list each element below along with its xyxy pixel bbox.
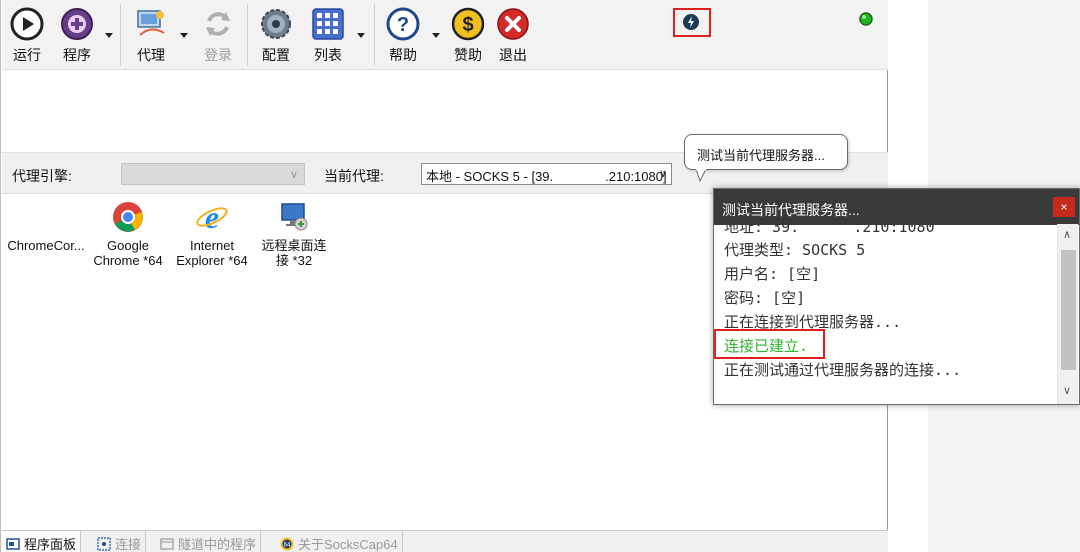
log-line: 用户名: [空] <box>724 265 821 283</box>
program-label: 程序 <box>63 47 91 63</box>
panel-icon <box>6 538 20 550</box>
dialog-scrollbar[interactable]: ∧ ∨ <box>1057 224 1078 404</box>
close-circle-icon <box>497 8 529 40</box>
program-button[interactable]: 程序 <box>58 7 96 67</box>
tab-label: 隧道中的程序 <box>178 537 257 552</box>
close-icon: × <box>1060 200 1068 214</box>
list-label: 列表 <box>314 47 342 63</box>
play-icon <box>10 7 44 41</box>
program-label: ChromeCor... <box>7 238 85 253</box>
current-proxy-label: 当前代理: <box>324 168 384 184</box>
program-item[interactable]: e Internet Explorer *64 <box>171 200 253 268</box>
svg-text:$: $ <box>462 14 473 36</box>
svg-text:64: 64 <box>284 543 291 549</box>
help-button[interactable]: ? 帮助 <box>384 7 422 67</box>
run-label: 运行 <box>13 47 41 63</box>
proxy-button[interactable]: 代理 <box>130 7 172 67</box>
bottom-tabs: 程序面板 连接 隧道中的程序 64 关于SocksCap64 <box>2 530 888 552</box>
remote-desktop-icon <box>281 203 308 231</box>
proxy-engine-select[interactable]: ∨ <box>121 163 305 185</box>
grid-list-icon <box>312 8 344 40</box>
highlight-box <box>714 329 825 359</box>
program-dropdown-arrow-icon[interactable] <box>104 30 114 40</box>
dollar-icon: $ <box>451 7 485 41</box>
toolbar-separator <box>120 4 121 66</box>
program-item[interactable]: ChromeCor... <box>7 200 85 253</box>
gear-icon <box>261 9 291 39</box>
svg-text:e: e <box>205 200 219 234</box>
config-label: 配置 <box>262 47 290 63</box>
chevron-down-icon: ∨ <box>658 168 667 180</box>
window-icon <box>160 538 174 550</box>
list-dropdown-arrow-icon[interactable] <box>356 30 366 40</box>
program-label-line2: Explorer *64 <box>176 253 248 268</box>
run-button[interactable]: 运行 <box>8 7 46 67</box>
log-line: 代理类型: SOCKS 5 <box>724 241 866 259</box>
proxy-icon <box>137 10 165 36</box>
toolbar: 运行 程序 代理 登录 配置 列表 ? 帮助 $ 赞助 退出 <box>2 0 888 70</box>
tab-about[interactable]: 64 关于SocksCap64 <box>276 531 403 552</box>
toolbar-separator <box>374 4 375 66</box>
sponsor-button[interactable]: $ 赞助 <box>449 7 487 67</box>
toolbar-separator <box>247 4 248 66</box>
dialog-title: 测试当前代理服务器... <box>722 202 860 218</box>
status-led-icon <box>859 12 873 26</box>
program-label-line2: Chrome *64 <box>93 253 163 268</box>
tooltip-text: 测试当前代理服务器... <box>697 148 825 163</box>
engine-label: 代理引擎: <box>12 168 72 184</box>
config-button[interactable]: 配置 <box>256 7 296 67</box>
chrome-icon <box>113 202 143 232</box>
tab-label: 程序面板 <box>24 537 77 552</box>
program-label: Google <box>107 238 149 253</box>
login-label: 登录 <box>204 47 232 63</box>
log-line: 正在测试通过代理服务器的连接... <box>724 361 962 379</box>
program-item[interactable]: Google Chrome *64 <box>91 200 165 268</box>
exit-label: 退出 <box>499 47 527 63</box>
scroll-down-icon[interactable]: ∨ <box>1063 384 1071 397</box>
dialog-title-bar: 测试当前代理服务器... × <box>714 189 1079 225</box>
svg-text:?: ? <box>397 14 409 36</box>
scroll-up-icon[interactable]: ∧ <box>1063 228 1071 241</box>
close-button[interactable]: × <box>1053 197 1075 217</box>
exit-button[interactable]: 退出 <box>494 7 532 67</box>
ie-icon: e <box>196 200 228 234</box>
program-label: 远程桌面连 <box>261 238 327 253</box>
current-proxy-select[interactable]: 本地 - SOCKS 5 - [39. .210:1080] ∨ <box>421 163 672 185</box>
proxy-dropdown-arrow-icon[interactable] <box>179 30 189 40</box>
login-button[interactable]: 登录 <box>198 7 238 67</box>
log-line: 密码: [空] <box>724 289 806 307</box>
tooltip: 测试当前代理服务器... <box>684 134 848 170</box>
connection-icon <box>97 537 111 551</box>
add-program-icon <box>61 8 93 40</box>
tab-program-panel[interactable]: 程序面板 <box>2 531 82 552</box>
sponsor-label: 赞助 <box>454 47 482 63</box>
chevron-down-icon: ∨ <box>289 169 298 181</box>
dialog-log: 地址: 39. .210:1080 代理类型: SOCKS 5 用户名: [空]… <box>714 225 1059 405</box>
program-label: Internet <box>189 238 235 253</box>
program-item[interactable]: 远程桌面连 接 *32 <box>255 200 333 268</box>
chrome-core-icon <box>29 200 63 234</box>
help-dropdown-arrow-icon[interactable] <box>431 30 441 40</box>
refresh-icon <box>206 12 230 36</box>
program-label-line2: 接 *32 <box>275 253 313 268</box>
tab-tunneled-programs[interactable]: 隧道中的程序 <box>156 531 262 552</box>
sockscap-logo-icon: 64 <box>280 537 294 551</box>
list-button[interactable]: 列表 <box>308 7 348 67</box>
tab-connection[interactable]: 连接 <box>93 531 147 552</box>
tab-label: 连接 <box>115 537 142 552</box>
test-proxy-dialog: 测试当前代理服务器... × 地址: 39. .210:1080 代理类型: S… <box>713 188 1080 405</box>
proxy-label: 代理 <box>137 47 165 63</box>
help-icon: ? <box>386 7 420 41</box>
log-line: 地址: 39. .210:1080 <box>724 225 935 236</box>
scroll-thumb[interactable] <box>1061 250 1076 370</box>
lightning-icon <box>683 14 699 30</box>
current-proxy-value: 本地 - SOCKS 5 - [39. .210:1080] <box>426 169 667 184</box>
tooltip-tail <box>695 169 707 183</box>
help-label: 帮助 <box>389 47 417 63</box>
tab-label: 关于SocksCap64 <box>298 537 398 552</box>
